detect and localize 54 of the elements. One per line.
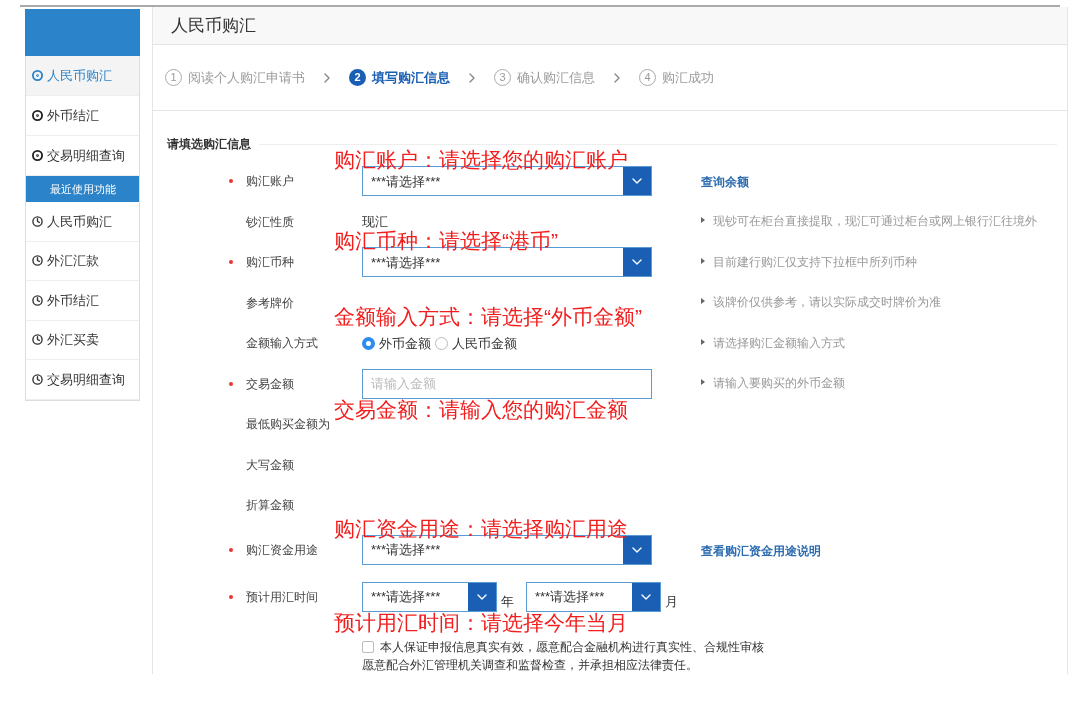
step-item: 1 阅读个人购汇申请书 <box>165 67 305 88</box>
recent-item[interactable]: 外币结汇 <box>26 281 139 321</box>
field-label: 大写金额 <box>246 456 295 474</box>
hint-text: 目前建行购汇仅支持下拉框中所列币种 <box>713 253 917 271</box>
unit-label: 年 <box>501 593 514 611</box>
link-text[interactable]: 查询余额 <box>701 175 749 190</box>
circle-dot-icon <box>32 110 43 121</box>
clock-icon <box>32 255 43 267</box>
clock-icon <box>32 294 43 306</box>
annotation-text: 交易金额：请输入您的购汇金额 <box>334 398 628 420</box>
agreement-text: 愿意配合外汇管理机关调查和监督检查，并承担相应法律责任。 <box>362 656 699 674</box>
field-label: 预计用汇时间 <box>246 588 319 606</box>
field-label: 最低购买金额为 <box>246 416 331 434</box>
clock-icon <box>32 373 43 385</box>
clock-icon <box>32 215 43 227</box>
hint-text: 该牌价仅供参考，请以实际成交时牌价为准 <box>713 294 941 312</box>
page-title: 人民币购汇 <box>171 14 256 37</box>
step-item: 2 填写购汇信息 <box>349 67 450 88</box>
sidebar-item[interactable]: 人民币购汇 <box>26 56 139 96</box>
annotation-text: 金额输入方式：请选择“外币金额” <box>334 306 642 327</box>
field-label: 交易金额 <box>246 375 295 393</box>
field-label: 购汇币种 <box>246 254 295 272</box>
section-title: 请填选购汇信息 <box>167 136 251 153</box>
dropdown-field[interactable]: ***请选择*** <box>526 581 661 612</box>
dropdown-field[interactable]: ***请选择*** <box>362 581 497 612</box>
field-value: 现汇 <box>362 213 388 230</box>
sidebar-item[interactable]: 外币结汇 <box>26 96 139 136</box>
circle-dot-icon <box>32 150 43 161</box>
field-label: 钞汇性质 <box>246 213 295 231</box>
amount-input[interactable]: 请输入金额 <box>362 368 652 399</box>
radio-option[interactable]: 人民币金额 <box>435 333 517 353</box>
agreement-checkbox[interactable] <box>362 640 374 653</box>
clock-icon <box>32 334 43 346</box>
recent-item[interactable]: 外汇汇款 <box>26 241 139 281</box>
annotation-text: 预计用汇时间：请选择今年当月 <box>334 611 628 633</box>
radio-option[interactable]: 外币金额 <box>362 333 431 353</box>
recent-item[interactable]: 人民币购汇 <box>26 202 139 242</box>
circle-dot-icon <box>32 70 43 81</box>
step-item: 3 确认购汇信息 <box>494 67 595 88</box>
hint-text: 请选择购汇金额输入方式 <box>713 334 845 352</box>
recent-item[interactable]: 交易明细查询 <box>26 360 139 400</box>
step-item: 4 购汇成功 <box>639 67 714 88</box>
field-label: 购汇资金用途 <box>246 541 319 559</box>
agreement-text: 本人保证申报信息真实有效，愿意配合金融机构进行真实性、合规性审核 <box>380 638 764 656</box>
hint-text: 请输入要购买的外币金额 <box>713 375 845 393</box>
link-text[interactable]: 查看购汇资金用途说明 <box>701 543 821 558</box>
recent-header: 最近使用功能 <box>26 176 139 202</box>
field-label: 参考牌价 <box>246 294 295 312</box>
recent-item[interactable]: 外汇买卖 <box>26 320 139 360</box>
hint-text: 现钞可在柜台直接提取，现汇可通过柜台或网上银行汇往境外 <box>713 213 1037 231</box>
unit-label: 月 <box>665 593 678 611</box>
field-label: 折算金额 <box>246 497 295 515</box>
field-label: 金额输入方式 <box>246 335 319 353</box>
field-label: 购汇账户 <box>246 173 295 191</box>
